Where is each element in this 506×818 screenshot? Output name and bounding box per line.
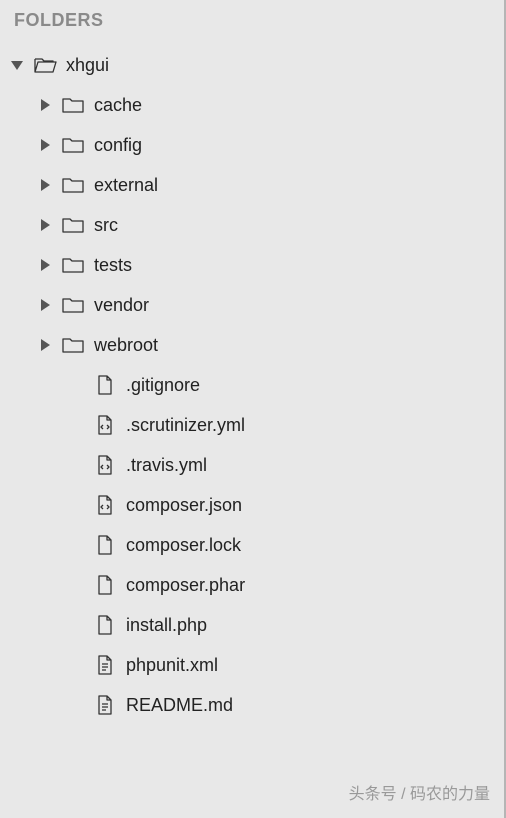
chevron-right-icon[interactable] (36, 298, 54, 312)
tree-file[interactable]: phpunit.xml (8, 645, 506, 685)
tree-folder[interactable]: tests (8, 245, 506, 285)
folder-label: tests (94, 255, 132, 276)
chevron-right-icon[interactable] (36, 178, 54, 192)
tree-file[interactable]: .scrutinizer.yml (8, 405, 506, 445)
folder-icon (60, 296, 86, 314)
tree-file[interactable]: .travis.yml (8, 445, 506, 485)
folder-label: cache (94, 95, 142, 116)
folder-icon (60, 176, 86, 194)
folders-panel: FOLDERS xhgui cache (0, 0, 506, 725)
file-label: composer.json (126, 495, 242, 516)
file-label: phpunit.xml (126, 655, 218, 676)
file-label: .travis.yml (126, 455, 207, 476)
folder-icon (60, 256, 86, 274)
file-icon (92, 374, 118, 396)
file-lines-icon (92, 654, 118, 676)
folder-label: xhgui (66, 55, 109, 76)
file-code-icon (92, 414, 118, 436)
file-label: install.php (126, 615, 207, 636)
tree-file[interactable]: install.php (8, 605, 506, 645)
tree-file[interactable]: composer.json (8, 485, 506, 525)
folder-open-icon (32, 55, 58, 75)
folder-label: config (94, 135, 142, 156)
tree-folder-root[interactable]: xhgui (8, 45, 506, 85)
chevron-right-icon[interactable] (36, 138, 54, 152)
folder-tree: xhgui cache config (0, 45, 506, 725)
file-icon (92, 574, 118, 596)
tree-file[interactable]: composer.phar (8, 565, 506, 605)
tree-folder[interactable]: vendor (8, 285, 506, 325)
panel-header: FOLDERS (0, 0, 506, 45)
file-icon (92, 614, 118, 636)
tree-folder[interactable]: webroot (8, 325, 506, 365)
file-code-icon (92, 454, 118, 476)
chevron-right-icon[interactable] (36, 218, 54, 232)
tree-folder[interactable]: cache (8, 85, 506, 125)
folder-label: src (94, 215, 118, 236)
tree-folder[interactable]: src (8, 205, 506, 245)
folder-icon (60, 216, 86, 234)
watermark: 头条号 / 码农的力量 (349, 780, 490, 804)
folder-icon (60, 336, 86, 354)
file-label: composer.phar (126, 575, 245, 596)
folder-icon (60, 96, 86, 114)
file-label: .gitignore (126, 375, 200, 396)
file-label: README.md (126, 695, 233, 716)
tree-file[interactable]: .gitignore (8, 365, 506, 405)
folder-label: webroot (94, 335, 158, 356)
folder-label: external (94, 175, 158, 196)
tree-folder[interactable]: external (8, 165, 506, 205)
file-label: .scrutinizer.yml (126, 415, 245, 436)
chevron-right-icon[interactable] (36, 98, 54, 112)
file-icon (92, 534, 118, 556)
chevron-down-icon[interactable] (8, 59, 26, 71)
folder-label: vendor (94, 295, 149, 316)
file-label: composer.lock (126, 535, 241, 556)
tree-file[interactable]: composer.lock (8, 525, 506, 565)
tree-file[interactable]: README.md (8, 685, 506, 725)
chevron-right-icon[interactable] (36, 258, 54, 272)
chevron-right-icon[interactable] (36, 338, 54, 352)
tree-folder[interactable]: config (8, 125, 506, 165)
file-code-icon (92, 494, 118, 516)
folder-icon (60, 136, 86, 154)
file-lines-icon (92, 694, 118, 716)
